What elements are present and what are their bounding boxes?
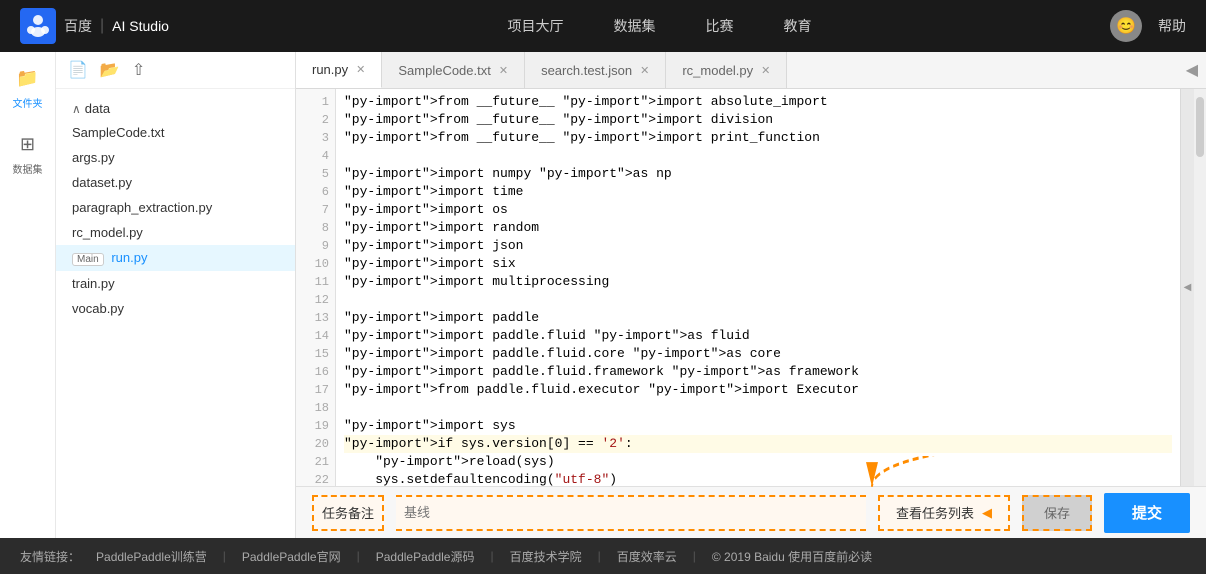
baidu-icon	[20, 8, 56, 44]
filename-args: args.py	[72, 150, 115, 165]
main-badge: Main	[72, 253, 104, 266]
footer-divider-3: |	[490, 549, 493, 563]
collapse-arrow[interactable]: ◀	[1178, 60, 1206, 80]
file-tree-header: 📄 📂 ⇧	[56, 52, 295, 89]
sidebar-item-files[interactable]: 📁 文件夹	[12, 64, 44, 110]
filename-vocab: vocab.py	[72, 301, 124, 316]
folder-icon: 📁	[12, 64, 44, 92]
baseline-input[interactable]	[396, 495, 866, 531]
chevron-icon: ∧	[72, 102, 81, 116]
icon-strip: 📁 文件夹 ⊞ 数据集	[0, 52, 56, 538]
footer-link-baidutechacademy[interactable]: 百度技术学院	[510, 548, 582, 565]
tab-rcmodel[interactable]: rc_model.py ✕	[666, 52, 787, 88]
line-numbers: 123456789101112131415161718192021222324	[296, 89, 336, 486]
nav-links: 项目大厅 数据集 比赛 教育	[209, 16, 1110, 36]
tab-samplecode-close[interactable]: ✕	[499, 64, 508, 77]
new-folder-icon[interactable]: 📂	[100, 60, 120, 80]
main-layout: 📁 文件夹 ⊞ 数据集 📄 📂 ⇧ ∧ data SampleCode.txt …	[0, 52, 1206, 538]
view-task-list-label: 查看任务列表	[896, 503, 974, 522]
file-row-dataset[interactable]: dataset.py	[56, 170, 295, 195]
file-row-rcmodel[interactable]: rc_model.py	[56, 220, 295, 245]
tab-runpy-close[interactable]: ✕	[356, 63, 365, 76]
scrollbar[interactable]	[1194, 89, 1206, 486]
footer-link-paddlecamps[interactable]: PaddlePaddle训练营	[96, 548, 207, 565]
save-button[interactable]: 保存	[1022, 495, 1092, 531]
file-row-args[interactable]: args.py	[56, 145, 295, 170]
task-note-label: 任务备注	[312, 495, 384, 531]
scrollbar-thumb	[1196, 97, 1204, 157]
view-task-list-button[interactable]: 查看任务列表 ◀	[878, 495, 1010, 531]
datasets-label: 数据集	[13, 161, 43, 176]
grid-icon: ⊞	[12, 130, 44, 158]
tab-runpy[interactable]: run.py ✕	[296, 52, 382, 88]
footer-divider-1: |	[223, 549, 226, 563]
file-tree: 📄 📂 ⇧ ∧ data SampleCode.txt args.py data…	[56, 52, 296, 538]
studio-text: AI Studio	[112, 18, 169, 34]
nav-link-education[interactable]: 教育	[783, 16, 811, 36]
new-file-icon[interactable]: 📄	[68, 60, 88, 80]
submit-button[interactable]: 提交	[1104, 493, 1190, 533]
tab-rcmodel-label: rc_model.py	[682, 63, 753, 78]
footer-copyright: © 2019 Baidu 使用百度前必读	[712, 548, 872, 565]
file-row-paragraph[interactable]: paragraph_extraction.py	[56, 195, 295, 220]
bottom-section: 任务备注 查看任务列表 ◀ 保存 提交	[296, 486, 1206, 538]
nav-right: 😊 帮助	[1110, 10, 1186, 42]
nav-link-datasets[interactable]: 数据集	[613, 16, 655, 36]
footer: 友情链接： PaddlePaddle训练营 | PaddlePaddle官网 |…	[0, 538, 1206, 574]
footer-link-paddlesource[interactable]: PaddlePaddle源码	[376, 548, 475, 565]
arrow-right-icon: ◀	[982, 505, 992, 521]
files-label: 文件夹	[13, 95, 43, 110]
footer-link-baiduefficiency[interactable]: 百度效率云	[617, 548, 677, 565]
filename-runpy: run.py	[111, 250, 147, 265]
tab-runpy-label: run.py	[312, 62, 348, 77]
footer-divider-4: |	[598, 549, 601, 563]
top-nav: 百度 | AI Studio 项目大厅 数据集 比赛 教育 😊 帮助	[0, 0, 1206, 52]
filename-train: train.py	[72, 276, 115, 291]
footer-divider-5: |	[693, 549, 696, 563]
editor-area: run.py ✕ SampleCode.txt ✕ search.test.js…	[296, 52, 1206, 538]
upload-icon[interactable]: ⇧	[132, 60, 145, 80]
filename-paragraph: paragraph_extraction.py	[72, 200, 212, 215]
file-row-vocab[interactable]: vocab.py	[56, 296, 295, 321]
logo: 百度 | AI Studio	[20, 8, 169, 44]
bottom-toolbar: 任务备注 查看任务列表 ◀ 保存 提交	[296, 486, 1206, 538]
nav-link-projects[interactable]: 项目大厅	[507, 16, 563, 36]
tab-searchtest-close[interactable]: ✕	[640, 64, 649, 77]
folder-row-data[interactable]: ∧ data	[56, 97, 295, 120]
code-editor: 123456789101112131415161718192021222324 …	[296, 89, 1206, 486]
tab-samplecode-label: SampleCode.txt	[398, 63, 491, 78]
file-row-runpy[interactable]: Main run.py	[56, 245, 295, 271]
editor-tabs: run.py ✕ SampleCode.txt ✕ search.test.js…	[296, 52, 1206, 89]
nav-link-competition[interactable]: 比赛	[705, 16, 733, 36]
sidebar-item-datasets[interactable]: ⊞ 数据集	[12, 130, 44, 176]
file-row-train[interactable]: train.py	[56, 271, 295, 296]
baidu-text: 百度	[64, 16, 92, 36]
filename-dataset: dataset.py	[72, 175, 132, 190]
tab-searchtest-label: search.test.json	[541, 63, 632, 78]
submit-label: 提交	[1132, 505, 1162, 522]
left-collapse[interactable]: ◀	[1180, 89, 1194, 486]
file-row-samplecode[interactable]: SampleCode.txt	[56, 120, 295, 145]
help-link[interactable]: 帮助	[1158, 16, 1186, 36]
filename-samplecode: SampleCode.txt	[72, 125, 165, 140]
footer-prefix: 友情链接：	[20, 548, 80, 565]
logo-divider: |	[100, 17, 104, 35]
code-content[interactable]: "py-import">from __future__ "py-import">…	[336, 89, 1180, 486]
tab-samplecode[interactable]: SampleCode.txt ✕	[382, 52, 525, 88]
tab-searchtest[interactable]: search.test.json ✕	[525, 52, 666, 88]
avatar[interactable]: 😊	[1110, 10, 1142, 42]
save-label: 保存	[1044, 503, 1070, 522]
filename-rcmodel: rc_model.py	[72, 225, 143, 240]
file-tree-content: ∧ data SampleCode.txt args.py dataset.py…	[56, 89, 295, 538]
folder-name: data	[85, 101, 110, 116]
footer-divider-2: |	[357, 549, 360, 563]
tab-rcmodel-close[interactable]: ✕	[761, 64, 770, 77]
footer-link-paddleofficial[interactable]: PaddlePaddle官网	[242, 548, 341, 565]
